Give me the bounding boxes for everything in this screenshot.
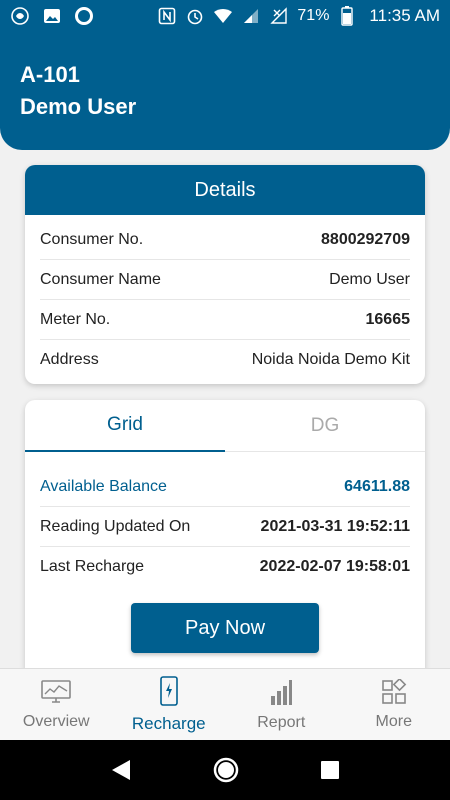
grid-shapes-icon <box>381 677 407 709</box>
back-icon[interactable] <box>110 758 132 782</box>
nav-more[interactable]: More <box>338 669 450 740</box>
detail-row-consumer-name: Consumer Name Demo User <box>40 260 410 300</box>
detail-value: 8800292709 <box>321 230 410 248</box>
nav-report[interactable]: Report <box>225 669 338 740</box>
details-title: Details <box>25 165 425 215</box>
nfc-icon <box>157 6 177 26</box>
home-icon[interactable] <box>212 756 240 784</box>
meter-tabs: Grid DG <box>25 400 425 452</box>
details-card: Details Consumer No. 8800292709 Consumer… <box>25 165 425 384</box>
nav-label: Overview <box>22 712 90 730</box>
detail-label: Address <box>40 351 99 368</box>
nav-label: Report <box>257 713 306 731</box>
balance-value: 2022-02-07 19:58:01 <box>259 558 410 575</box>
balance-row-reading-updated: Reading Updated On 2021-03-31 19:52:11 <box>40 507 410 547</box>
pay-now-button[interactable]: Pay Now <box>131 603 319 653</box>
nav-recharge[interactable]: Recharge <box>113 669 226 740</box>
system-nav-bar <box>0 740 450 800</box>
phone-charge-icon <box>159 675 179 710</box>
balance-value: 2021-03-31 19:52:11 <box>260 517 410 535</box>
detail-value: Noida Noida Demo Kit <box>251 351 410 368</box>
balance-row-last-recharge: Last Recharge 2022-02-07 19:58:01 <box>40 547 410 587</box>
balance-label: Last Recharge <box>40 558 145 575</box>
detail-row-address: Address Noida Noida Demo Kit <box>40 340 410 380</box>
tab-dg[interactable]: DG <box>225 400 425 452</box>
clock: 11:35 AM <box>369 6 440 25</box>
tab-grid[interactable]: Grid <box>25 400 225 452</box>
unit-label: A-101 <box>20 62 80 87</box>
detail-value: 16665 <box>365 310 411 328</box>
balance-row-available: Available Balance 64611.88 <box>40 467 410 507</box>
bottom-nav: Overview Recharge Report More <box>0 668 450 740</box>
nav-overview[interactable]: Overview <box>0 669 113 740</box>
image-notification-icon <box>42 6 62 26</box>
circle-notification-icon <box>74 6 94 26</box>
monitor-icon <box>40 679 72 709</box>
signal-icon <box>241 6 261 26</box>
balance-label: Available Balance <box>40 477 167 495</box>
balance-label: Reading Updated On <box>40 517 191 535</box>
alarm-icon <box>185 6 205 26</box>
balance-card: Grid DG Available Balance 64611.88 Readi… <box>25 400 425 670</box>
app-notification-icon <box>10 6 30 26</box>
nav-label: More <box>375 712 412 730</box>
detail-label: Meter No. <box>40 310 111 328</box>
wifi-icon <box>213 6 233 26</box>
bar-chart-icon <box>269 678 293 710</box>
detail-value: Demo User <box>329 270 410 288</box>
nav-label: Recharge <box>131 713 206 733</box>
balance-value: 64611.88 <box>344 477 410 495</box>
recents-icon[interactable] <box>320 760 340 780</box>
header: A-101 Demo User <box>0 32 450 150</box>
detail-label: Consumer No. <box>40 230 144 248</box>
battery-icon <box>337 6 357 26</box>
battery-percent: 71% <box>297 7 330 24</box>
detail-row-meter-no: Meter No. 16665 <box>40 300 410 340</box>
detail-label: Consumer Name <box>40 270 161 288</box>
user-name: Demo User <box>20 94 137 119</box>
detail-row-consumer-no: Consumer No. 8800292709 <box>40 220 410 260</box>
status-bar: 71% 11:35 AM <box>0 0 450 32</box>
no-signal-icon <box>269 6 289 26</box>
